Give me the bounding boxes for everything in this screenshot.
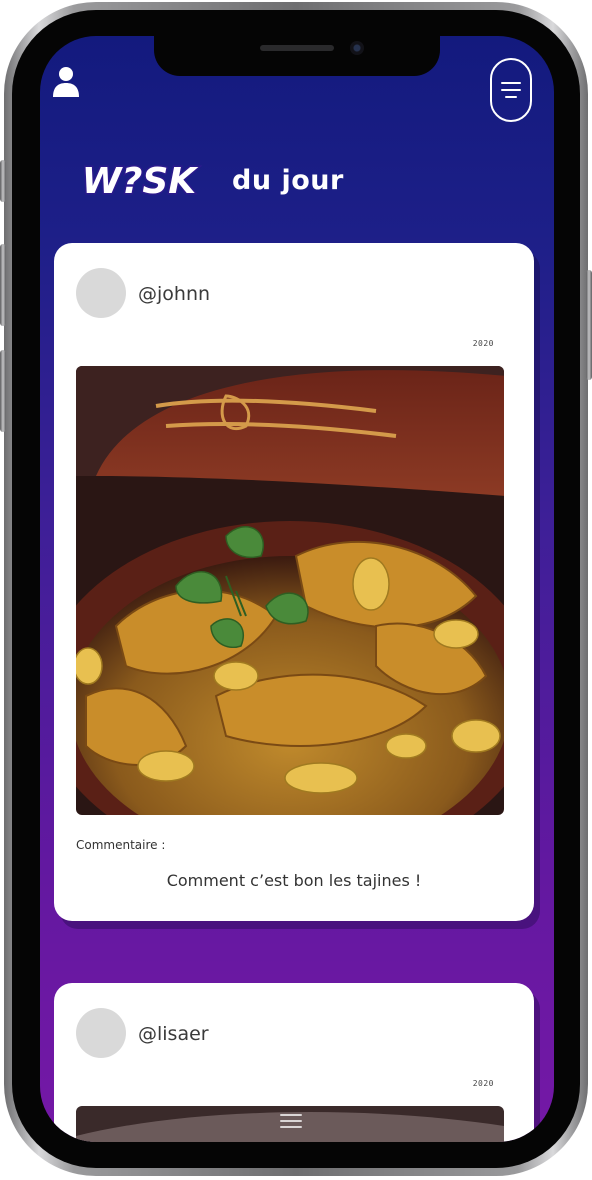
volume-down-button	[0, 350, 6, 432]
wesk-logo: W?SK	[80, 160, 201, 200]
comment-label: Commentaire :	[76, 838, 166, 852]
notch	[154, 36, 440, 76]
page-title-suffix: du jour	[232, 164, 344, 196]
hamburger-menu-icon	[501, 82, 521, 84]
avatar[interactable]	[76, 1008, 126, 1058]
power-button	[586, 270, 592, 380]
hamburger-menu-icon	[505, 96, 517, 98]
post-username[interactable]: @lisaer	[138, 1023, 209, 1045]
post-date: 2020	[472, 1079, 494, 1088]
comment-text: Comment c’est bon les tajines !	[166, 871, 422, 890]
user-icon[interactable]	[52, 66, 80, 98]
hamburger-menu-icon	[501, 89, 521, 91]
post-username[interactable]: @johnn	[138, 283, 210, 305]
avatar[interactable]	[76, 268, 126, 318]
app-screen: W?SK du jour @johnn 2020 Commentaire: C…	[40, 36, 554, 1142]
scroll-handle[interactable]	[280, 1114, 302, 1128]
svg-text:W?SK: W?SK	[82, 161, 200, 200]
front-camera	[350, 41, 364, 55]
post-card[interactable]: @johnn 2020 Commentaire: Comment c’est …	[54, 243, 534, 921]
mute-switch	[0, 160, 6, 202]
page-title: W?SK du jour	[66, 160, 344, 200]
post-date: 2020	[472, 339, 494, 348]
menu-button[interactable]	[490, 58, 532, 122]
earpiece-speaker	[260, 45, 334, 51]
post-image[interactable]	[76, 366, 504, 815]
volume-up-button	[0, 244, 6, 326]
